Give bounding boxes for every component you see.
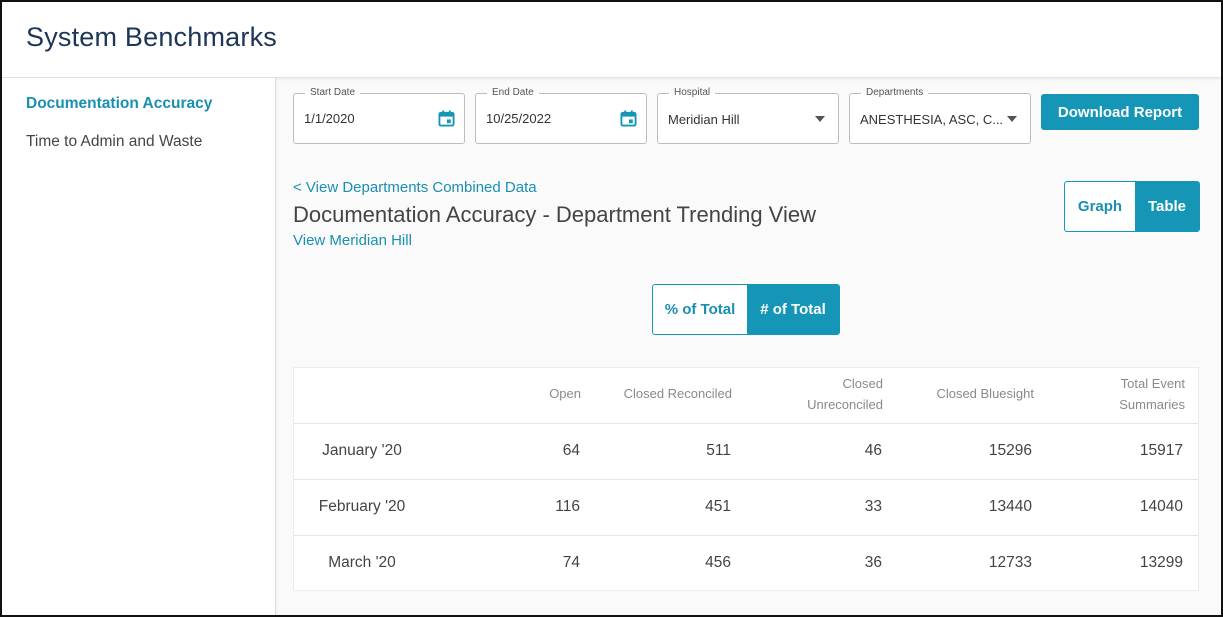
graph-toggle-button[interactable]: Graph — [1065, 182, 1135, 231]
chevron-down-icon — [815, 116, 825, 122]
app-window: System Benchmarks Documentation Accuracy… — [0, 0, 1223, 617]
departments-select[interactable]: Departments ANESTHESIA, ASC, C... — [849, 87, 1031, 144]
column-header-closed-reconciled: Closed Reconciled — [623, 386, 732, 401]
cell-closed-reconciled: 456 — [705, 554, 731, 571]
main-content: Start Date 1/1/2020 End Date 10/25/2022 — [277, 78, 1221, 615]
download-report-button[interactable]: Download Report — [1041, 94, 1199, 130]
metric-toggle: % of Total # of Total — [652, 284, 840, 335]
cell-closed-unreconciled: 36 — [864, 554, 882, 571]
column-header-total-event-summaries: Total Event Summaries — [1119, 376, 1185, 412]
table-row: January '20 64 511 46 15296 15917 — [294, 424, 1198, 480]
row-month: February '20 — [318, 498, 406, 515]
cell-closed-unreconciled: 46 — [864, 442, 882, 459]
end-date-label: End Date — [487, 87, 539, 98]
row-month: January '20 — [322, 442, 402, 459]
start-date-value: 1/1/2020 — [304, 111, 355, 126]
hospital-label: Hospital — [669, 87, 716, 98]
cell-open: 116 — [555, 498, 580, 515]
view-departments-combined-link[interactable]: < View Departments Combined Data — [293, 179, 537, 196]
column-header-closed-bluesight: Closed Bluesight — [936, 386, 1034, 401]
table-toggle-button[interactable]: Table — [1135, 182, 1199, 231]
departments-value: ANESTHESIA, ASC, C... — [860, 112, 1002, 127]
calendar-icon[interactable] — [620, 110, 637, 127]
number-of-total-button[interactable]: # of Total — [747, 285, 839, 334]
table-header: Open Closed Reconciled Closed Unreconcil… — [294, 368, 1198, 424]
cell-open: 64 — [562, 442, 580, 459]
column-header-closed-unreconciled: Closed Unreconciled — [807, 376, 883, 412]
cell-closed-bluesight: 13440 — [988, 498, 1032, 515]
view-hospital-link[interactable]: View Meridian Hill — [293, 232, 412, 249]
start-date-label: Start Date — [305, 87, 361, 98]
sidebar-item-documentation-accuracy[interactable]: Documentation Accuracy — [26, 95, 212, 113]
app-title: System Benchmarks — [26, 22, 277, 52]
cell-open: 74 — [562, 554, 580, 571]
page-title: Documentation Accuracy - Department Tren… — [293, 202, 816, 227]
cell-closed-bluesight: 15296 — [988, 442, 1032, 459]
cell-total-event-summaries: 15917 — [1139, 442, 1183, 459]
cell-total-event-summaries: 13299 — [1139, 554, 1183, 571]
header-bar: System Benchmarks — [2, 2, 1221, 78]
row-month: March '20 — [328, 554, 396, 571]
end-date-field[interactable]: End Date 10/25/2022 — [475, 87, 647, 144]
cell-closed-bluesight: 12733 — [988, 554, 1032, 571]
sidebar-item-time-to-admin-and-waste[interactable]: Time to Admin and Waste — [26, 133, 202, 151]
end-date-value: 10/25/2022 — [486, 111, 552, 126]
cell-total-event-summaries: 14040 — [1139, 498, 1183, 515]
table-row: February '20 116 451 33 13440 14040 — [294, 480, 1198, 536]
column-header-open: Open — [549, 386, 581, 401]
calendar-icon[interactable] — [438, 110, 455, 127]
chevron-down-icon — [1007, 116, 1017, 122]
cell-closed-reconciled: 451 — [705, 498, 731, 515]
hospital-select[interactable]: Hospital Meridian Hill — [657, 87, 839, 144]
view-mode-toggle: Graph Table — [1064, 181, 1200, 232]
cell-closed-reconciled: 511 — [706, 442, 731, 459]
hospital-value: Meridian Hill — [668, 112, 740, 127]
start-date-field[interactable]: Start Date 1/1/2020 — [293, 87, 465, 144]
trending-table: Open Closed Reconciled Closed Unreconcil… — [293, 367, 1199, 591]
table-row: March '20 74 456 36 12733 13299 — [294, 536, 1198, 592]
departments-label: Departments — [861, 87, 929, 98]
sidebar: Documentation Accuracy Time to Admin and… — [2, 78, 276, 615]
cell-closed-unreconciled: 33 — [864, 498, 882, 515]
percent-of-total-button[interactable]: % of Total — [653, 285, 747, 334]
